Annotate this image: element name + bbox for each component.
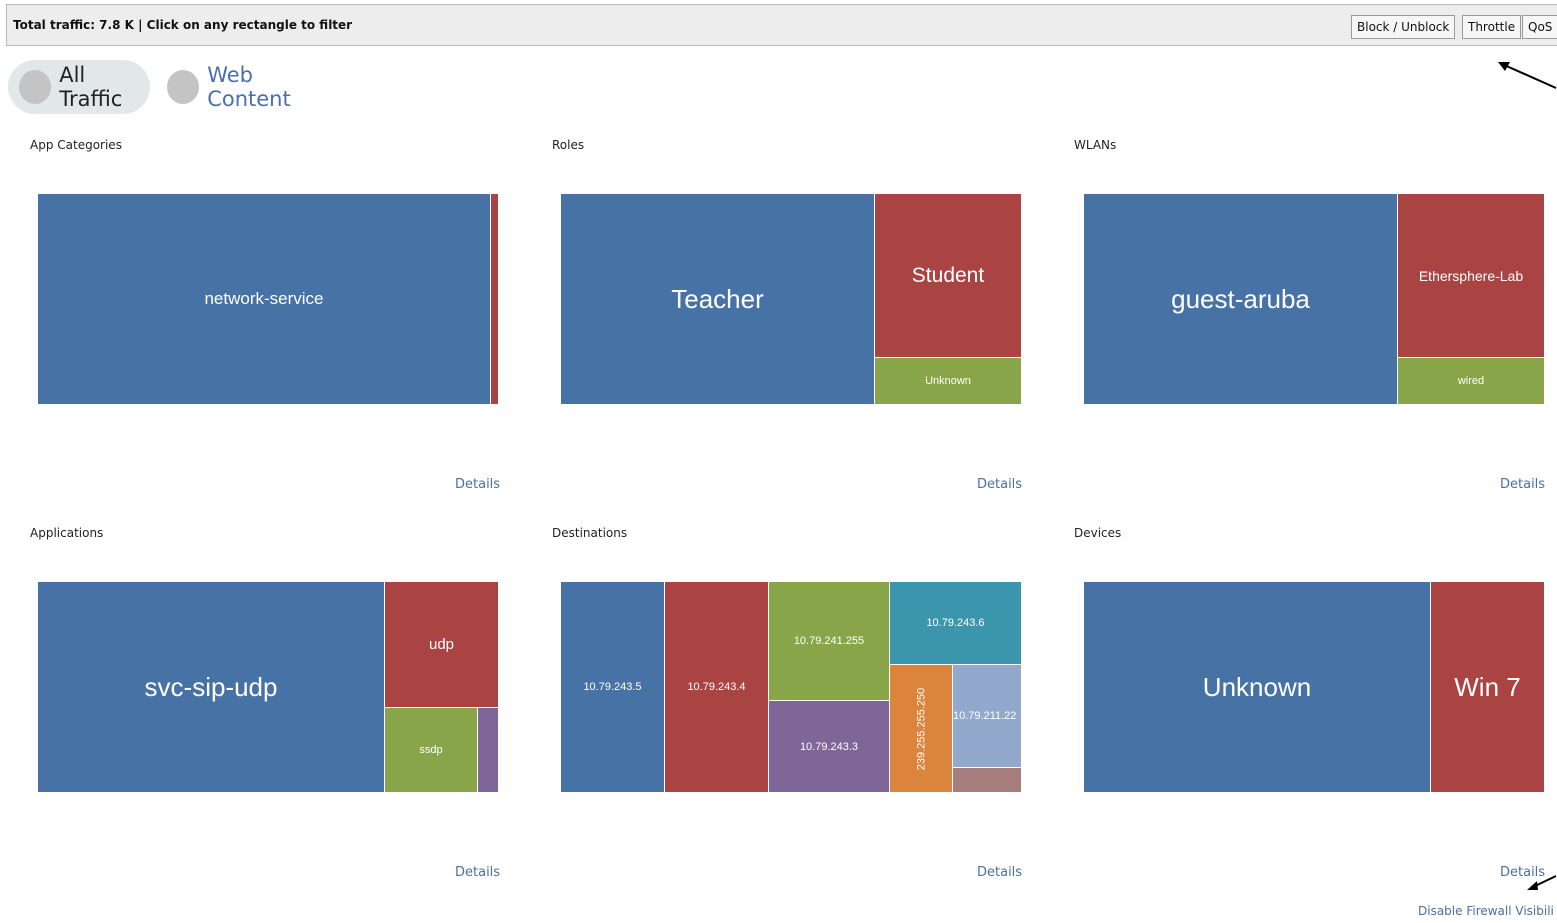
treemap-cell-ssdp[interactable]: ssdp	[384, 707, 478, 793]
treemap-cell-239-255-255-250[interactable]: 239.255.255.250	[889, 664, 953, 793]
treemap-cell-10-79-243-4[interactable]: 10.79.243.4	[664, 581, 769, 793]
treemap-cell-wired[interactable]: wired	[1397, 357, 1545, 405]
treemap-cell-teacher[interactable]: Teacher	[560, 193, 875, 405]
wlans-title: WLANs	[1074, 138, 1117, 152]
toggle-knob	[19, 70, 52, 104]
web-content-label: Web Content	[207, 63, 291, 111]
cell-label: 239.255.255.250	[915, 687, 927, 770]
applications-treemap: svc-sip-udp udp ssdp	[37, 581, 499, 793]
disable-firewall-visibility-link[interactable]: Disable Firewall Visibili	[1418, 904, 1554, 918]
app-categories-treemap: network-service	[37, 193, 499, 405]
treemap-cell-win-7[interactable]: Win 7	[1430, 581, 1545, 793]
applications-details-link[interactable]: Details	[455, 865, 500, 880]
web-content-toggle[interactable]: Web Content	[156, 60, 336, 114]
wlans-details-link[interactable]: Details	[1500, 477, 1545, 492]
qos-button[interactable]: QoS	[1522, 15, 1557, 39]
destinations-treemap: 10.79.243.5 10.79.243.4 10.79.241.255 10…	[560, 581, 1022, 793]
treemap-cell-10-79-243-5[interactable]: 10.79.243.5	[560, 581, 665, 793]
destinations-title: Destinations	[552, 526, 628, 540]
treemap-cell-10-79-241-255[interactable]: 10.79.241.255	[768, 581, 890, 701]
toolbar: Total traffic: 7.8 K | Click on any rect…	[6, 4, 1557, 46]
app-categories-details-link[interactable]: Details	[455, 477, 500, 492]
roles-title: Roles	[552, 138, 585, 152]
app-categories-title: App Categories	[30, 138, 122, 152]
treemap-cell-udp[interactable]: udp	[384, 581, 499, 708]
treemap-cell-unknown[interactable]: Unknown	[874, 357, 1022, 405]
treemap-cell-10-79-243-3[interactable]: 10.79.243.3	[768, 700, 890, 793]
roles-details-link[interactable]: Details	[977, 477, 1022, 492]
all-traffic-label: All Traffic	[59, 63, 123, 111]
devices-treemap: Unknown Win 7	[1083, 581, 1545, 793]
annotation-arrow-icon	[1498, 62, 1557, 89]
treemap-cell-svc-sip-udp[interactable]: svc-sip-udp	[37, 581, 385, 793]
traffic-summary: Total traffic: 7.8 K | Click on any rect…	[13, 18, 353, 32]
annotation-arrow-icon	[1527, 875, 1557, 890]
destinations-details-link[interactable]: Details	[977, 865, 1022, 880]
treemap-cell-network-service[interactable]: network-service	[37, 193, 491, 405]
treemap-cell-ethersphere-lab[interactable]: Ethersphere-Lab	[1397, 193, 1545, 358]
treemap-cell-other[interactable]	[952, 767, 1022, 793]
toggle-knob	[167, 70, 200, 104]
treemap-cell-unknown[interactable]: Unknown	[1083, 581, 1431, 793]
all-traffic-toggle[interactable]: All Traffic	[8, 60, 150, 114]
applications-title: Applications	[30, 526, 104, 540]
treemap-cell-10-79-211-22[interactable]: 10.79.211.22	[952, 664, 1022, 768]
throttle-button[interactable]: Throttle	[1462, 15, 1522, 39]
treemap-cell-10-79-243-6[interactable]: 10.79.243.6	[889, 581, 1022, 665]
devices-title: Devices	[1074, 526, 1122, 540]
wlans-treemap: guest-aruba Ethersphere-Lab wired	[1083, 193, 1545, 405]
treemap-cell-student[interactable]: Student	[874, 193, 1022, 358]
treemap-cell-guest-aruba[interactable]: guest-aruba	[1083, 193, 1398, 405]
block-unblock-button[interactable]: Block / Unblock	[1351, 15, 1456, 39]
treemap-cell-other[interactable]	[477, 707, 499, 793]
treemap-cell-other[interactable]	[490, 193, 499, 405]
roles-treemap: Teacher Student Unknown	[560, 193, 1022, 405]
